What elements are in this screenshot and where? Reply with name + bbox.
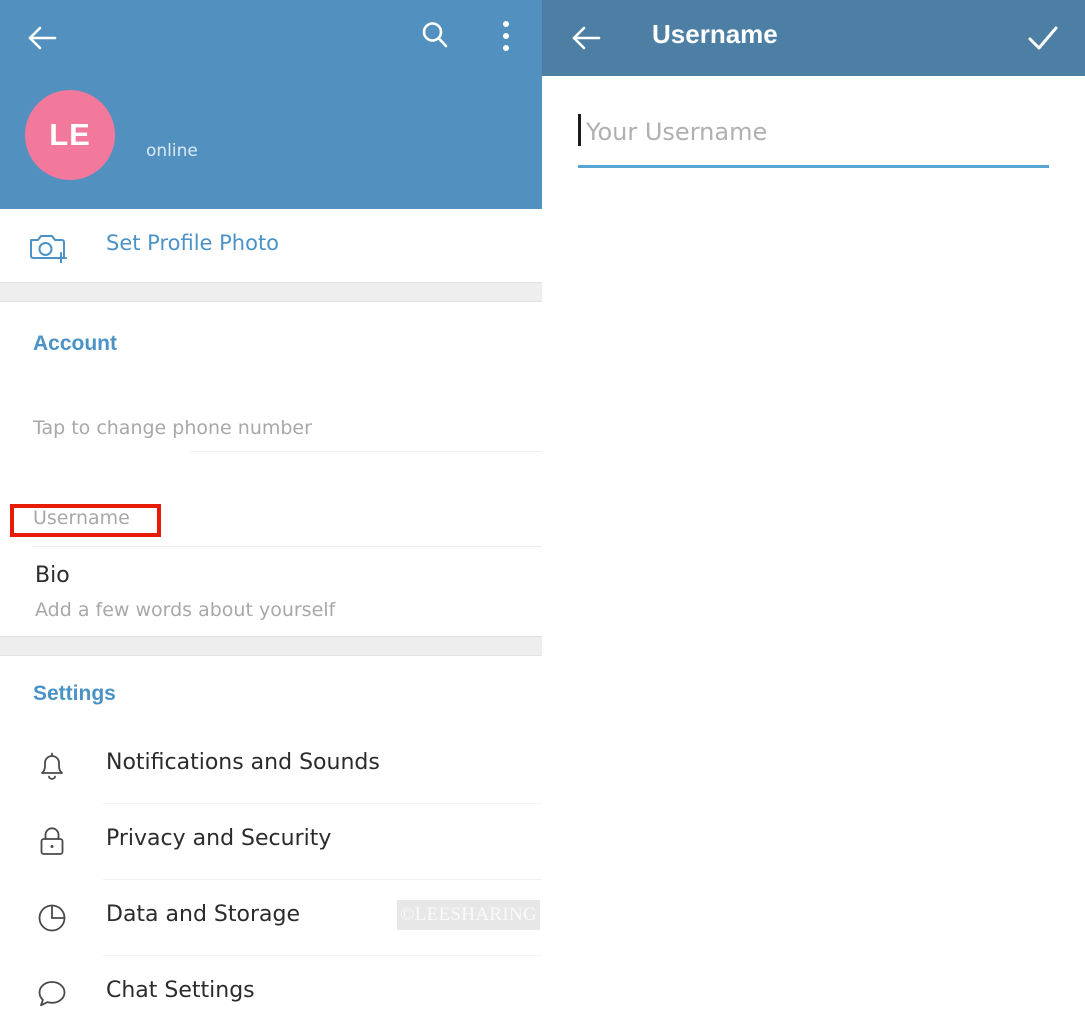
settings-panel: LE online Set Profile Photo Account Tap …	[0, 0, 542, 1011]
sidebar-item-label: Data and Storage	[106, 902, 300, 927]
lock-icon	[34, 824, 70, 860]
username-row[interactable]: Username	[0, 497, 542, 542]
username-input-wrapper	[578, 112, 1049, 168]
avatar[interactable]: LE	[25, 90, 115, 180]
right-appbar: Username	[542, 0, 1085, 76]
section-divider-band-2	[0, 636, 542, 656]
account-section: Account Tap to change phone number Usern…	[0, 302, 542, 636]
telegram-settings-screen: LE online Set Profile Photo Account Tap …	[0, 0, 1085, 1011]
set-profile-photo-row[interactable]: Set Profile Photo	[0, 209, 542, 282]
pie-chart-icon	[34, 900, 70, 936]
settings-section: Settings Notifications and Sounds Privac…	[0, 656, 542, 1007]
username-row-separator	[33, 546, 542, 547]
phone-number-row[interactable]: Tap to change phone number	[0, 407, 542, 455]
chat-bubble-icon	[34, 976, 70, 1011]
sidebar-item-notifications[interactable]: Notifications and Sounds	[0, 728, 542, 804]
username-row-label: Username	[33, 507, 130, 529]
bio-title: Bio	[35, 563, 70, 588]
input-underline	[578, 165, 1049, 168]
sidebar-item-label: Privacy and Security	[106, 826, 332, 851]
search-icon[interactable]	[418, 18, 452, 52]
back-arrow-icon[interactable]	[26, 21, 60, 55]
page-title: Username	[652, 19, 778, 49]
settings-section-title: Settings	[33, 682, 116, 705]
sidebar-item-label: Chat Settings	[106, 978, 255, 1003]
camera-add-icon	[28, 231, 70, 264]
set-profile-photo-label: Set Profile Photo	[106, 231, 280, 255]
phone-row-separator	[190, 451, 542, 452]
bell-icon	[34, 748, 70, 784]
bio-row[interactable]: Bio Add a few words about yourself	[0, 559, 542, 629]
watermark: ©LEESHARING	[397, 900, 540, 930]
left-appbar	[0, 0, 542, 76]
account-section-title: Account	[33, 332, 117, 355]
sidebar-item-label: Notifications and Sounds	[106, 750, 380, 775]
check-icon[interactable]	[1025, 20, 1061, 56]
sidebar-item-chat-settings[interactable]: Chat Settings	[0, 956, 542, 1011]
username-edit-panel: Username You can choose a username on Te…	[542, 0, 1085, 1011]
sidebar-item-privacy[interactable]: Privacy and Security	[0, 804, 542, 880]
avatar-initials: LE	[49, 117, 91, 152]
online-status: online	[146, 141, 198, 161]
profile-header: LE online	[0, 0, 542, 209]
overflow-menu-icon[interactable]	[496, 18, 516, 54]
bio-subtitle: Add a few words about yourself	[35, 599, 336, 621]
back-arrow-icon[interactable]	[570, 21, 604, 55]
phone-number-subtitle: Tap to change phone number	[33, 417, 312, 439]
section-divider-band-1	[0, 282, 542, 302]
text-caret	[578, 114, 581, 146]
settings-list: Notifications and Sounds Privacy and Sec…	[0, 728, 542, 1011]
username-input[interactable]	[586, 112, 1046, 152]
